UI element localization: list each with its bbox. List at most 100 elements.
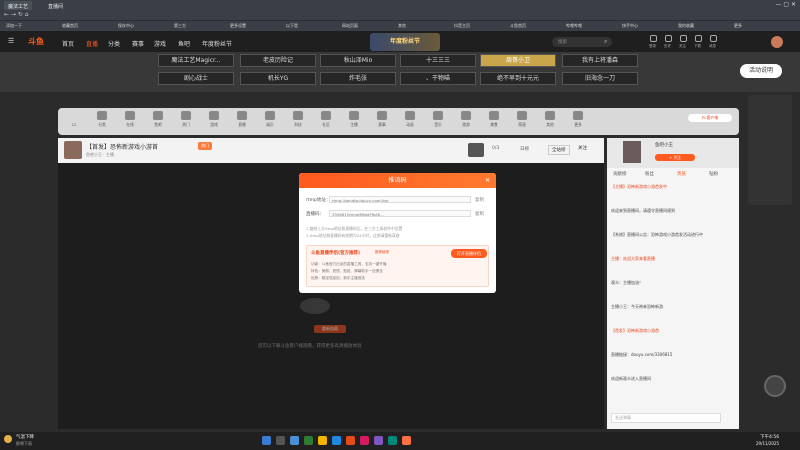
gift-icon[interactable] — [468, 143, 484, 157]
nav-3[interactable]: 赛事 — [132, 39, 144, 48]
category-item[interactable]: 鱼吧 — [146, 111, 170, 128]
header-icon[interactable] — [665, 35, 672, 42]
bookmark-item[interactable]: 我的收藏 — [678, 23, 694, 29]
taskbar-app-icon[interactable] — [374, 436, 383, 445]
nav-1[interactable]: 直播 — [86, 39, 98, 48]
event-banner[interactable]: 年度粉丝节 — [370, 33, 440, 51]
recommend-room[interactable]: 旧海念一刀 — [562, 72, 638, 85]
taskbar-app-icon[interactable] — [346, 436, 355, 445]
avatar[interactable] — [771, 36, 783, 48]
taskbar-app-icon[interactable] — [402, 436, 411, 445]
copy-rtmp-button[interactable]: 复制 — [475, 197, 484, 203]
sidebar-tab[interactable]: 钻粉 — [709, 171, 718, 177]
taskbar-app-icon[interactable] — [318, 436, 327, 445]
menu-icon[interactable]: ☰ — [8, 37, 14, 45]
nav-2[interactable]: 分类 — [108, 39, 120, 48]
bookmark-item[interactable]: 网站页面 — [342, 23, 358, 29]
chat-input[interactable]: 发送弹幕 — [611, 413, 721, 423]
recommend-room[interactable]: 绝不早到十元元 — [480, 72, 556, 85]
search-input[interactable]: 搜索 — [552, 37, 612, 47]
recommend-room[interactable]: 魔法工艺Magicr... — [158, 54, 234, 67]
taskbar-app-icon[interactable] — [290, 436, 299, 445]
bookmark-item[interactable]: 添加一下 — [6, 23, 22, 29]
category-item[interactable]: 音乐 — [426, 111, 450, 128]
bookmark-item[interactable]: 更多 — [734, 23, 742, 29]
pc-client-button[interactable]: PC客户端 — [688, 114, 732, 122]
taskbar-app-icon[interactable] — [388, 436, 397, 445]
category-item[interactable]: 科技 — [286, 111, 310, 128]
bookmark-item[interactable]: 斗鱼首页 — [510, 23, 526, 29]
category-item[interactable]: 社区 — [314, 111, 338, 128]
recommend-room[interactable]: 、干物喵 — [400, 72, 476, 85]
recommend-room[interactable]: 十三三三 — [400, 54, 476, 67]
room-header: 【首发】恐怖新游戏小游首 热门 鱼吧小王 · 主播 0/3 日榜 全站榜 关注 — [58, 138, 604, 163]
category-item[interactable]: 更多 — [566, 111, 590, 128]
bookmark-item[interactable]: 第三方 — [174, 23, 186, 29]
taskbar-app-icon[interactable] — [332, 436, 341, 445]
bookmark-item[interactable]: 收藏首页 — [62, 23, 78, 29]
header-icon[interactable] — [695, 35, 702, 42]
category-item[interactable]: 赛事 — [370, 111, 394, 128]
promo-box: 斗鱼直播伴侣(官方推荐) 推荐使用 打开直播伴侣 功能：斗鱼官方出品的直播工具，… — [306, 245, 489, 287]
event-side-widget[interactable] — [748, 95, 792, 205]
site-logo[interactable]: 斗鱼 — [28, 36, 44, 47]
recommend-room[interactable]: 我有上将潘森 — [562, 54, 638, 67]
support-icon[interactable] — [764, 375, 786, 397]
taskbar-app-icon[interactable] — [360, 436, 369, 445]
taskbar-app-icon[interactable] — [304, 436, 313, 445]
recommend-room[interactable]: 周哥小卫 — [480, 54, 556, 67]
copy-key-button[interactable]: 复制 — [475, 211, 484, 217]
category-item[interactable]: 热门 — [174, 111, 198, 128]
follow-button[interactable]: 关注 — [578, 145, 587, 151]
category-item[interactable]: 萌宠 — [510, 111, 534, 128]
bookmark-item[interactable]: 以下是 — [286, 23, 298, 29]
bookmark-item[interactable]: 保存中心 — [118, 23, 134, 29]
sidebar-tab[interactable]: 贡献榜 — [613, 171, 627, 177]
bookmark-item[interactable]: 其他 — [398, 23, 406, 29]
category-item[interactable]: 直播 — [230, 111, 254, 128]
sidebar-tab[interactable]: 粉丝 — [645, 171, 654, 177]
taskbar-app-icon[interactable] — [262, 436, 271, 445]
nav-0[interactable]: 首页 — [62, 39, 74, 48]
header-icon[interactable] — [680, 35, 687, 42]
header-icon[interactable] — [710, 35, 717, 42]
tab-2[interactable]: 直播间 — [44, 1, 67, 10]
activity-button[interactable]: 活动说明 — [740, 64, 782, 78]
recommend-room[interactable]: 炸毛张 — [320, 72, 396, 85]
category-item[interactable]: 12 — [62, 111, 86, 127]
header-icon[interactable] — [650, 35, 657, 42]
stream-key-field[interactable]: 3306815rtmpMBwdF6jAK... — [329, 210, 471, 217]
recommend-room[interactable]: 老皮历险记 — [240, 54, 316, 67]
close-icon[interactable]: ✕ — [485, 173, 490, 188]
nav-4[interactable]: 游戏 — [154, 39, 166, 48]
anchor-avatar[interactable] — [64, 141, 82, 159]
category-item[interactable]: 在线 — [118, 111, 142, 128]
window-controls[interactable]: — ▢ ✕ — [775, 1, 796, 8]
nav-buttons[interactable]: ← → ↻ ⌂ — [4, 11, 29, 18]
tab-active[interactable]: 魔法工艺 — [4, 1, 33, 10]
bookmark-item[interactable]: 哔哩哔哩 — [566, 23, 582, 29]
nav-6[interactable]: 年度粉丝节 — [202, 39, 232, 48]
sidebar-follow-button[interactable]: + 关注 — [655, 154, 695, 161]
category-item[interactable]: 游戏 — [202, 111, 226, 128]
search-icon[interactable]: ⌕ — [604, 38, 607, 46]
bookmark-item[interactable]: 更多设置 — [230, 23, 246, 29]
rtmp-field[interactable]: rtmp://sendfw.douyu.com/live — [329, 196, 471, 203]
recommend-room[interactable]: 机长YG — [240, 72, 316, 85]
rank-button[interactable]: 全站榜 — [548, 145, 570, 155]
category-item[interactable]: 旅游 — [454, 111, 478, 128]
category-item[interactable]: 主播 — [342, 111, 366, 128]
open-assistant-button[interactable]: 打开直播伴侣 — [451, 249, 487, 258]
category-item[interactable]: 娱乐 — [258, 111, 282, 128]
category-item[interactable]: 分类 — [90, 111, 114, 128]
category-item[interactable]: 美食 — [482, 111, 506, 128]
bookmark-item[interactable]: 抖音主页 — [454, 23, 470, 29]
recommend-room[interactable]: 秋山泽Mio — [320, 54, 396, 67]
bookmark-item[interactable]: 快手中心 — [622, 23, 638, 29]
recommend-room[interactable]: 剧心战士 — [158, 72, 234, 85]
category-item[interactable]: 其他 — [538, 111, 562, 128]
category-item[interactable]: 动画 — [398, 111, 422, 128]
sidebar-tab[interactable]: 贵族 — [677, 171, 686, 177]
taskbar-app-icon[interactable] — [276, 436, 285, 445]
nav-5[interactable]: 鱼吧 — [178, 39, 190, 48]
